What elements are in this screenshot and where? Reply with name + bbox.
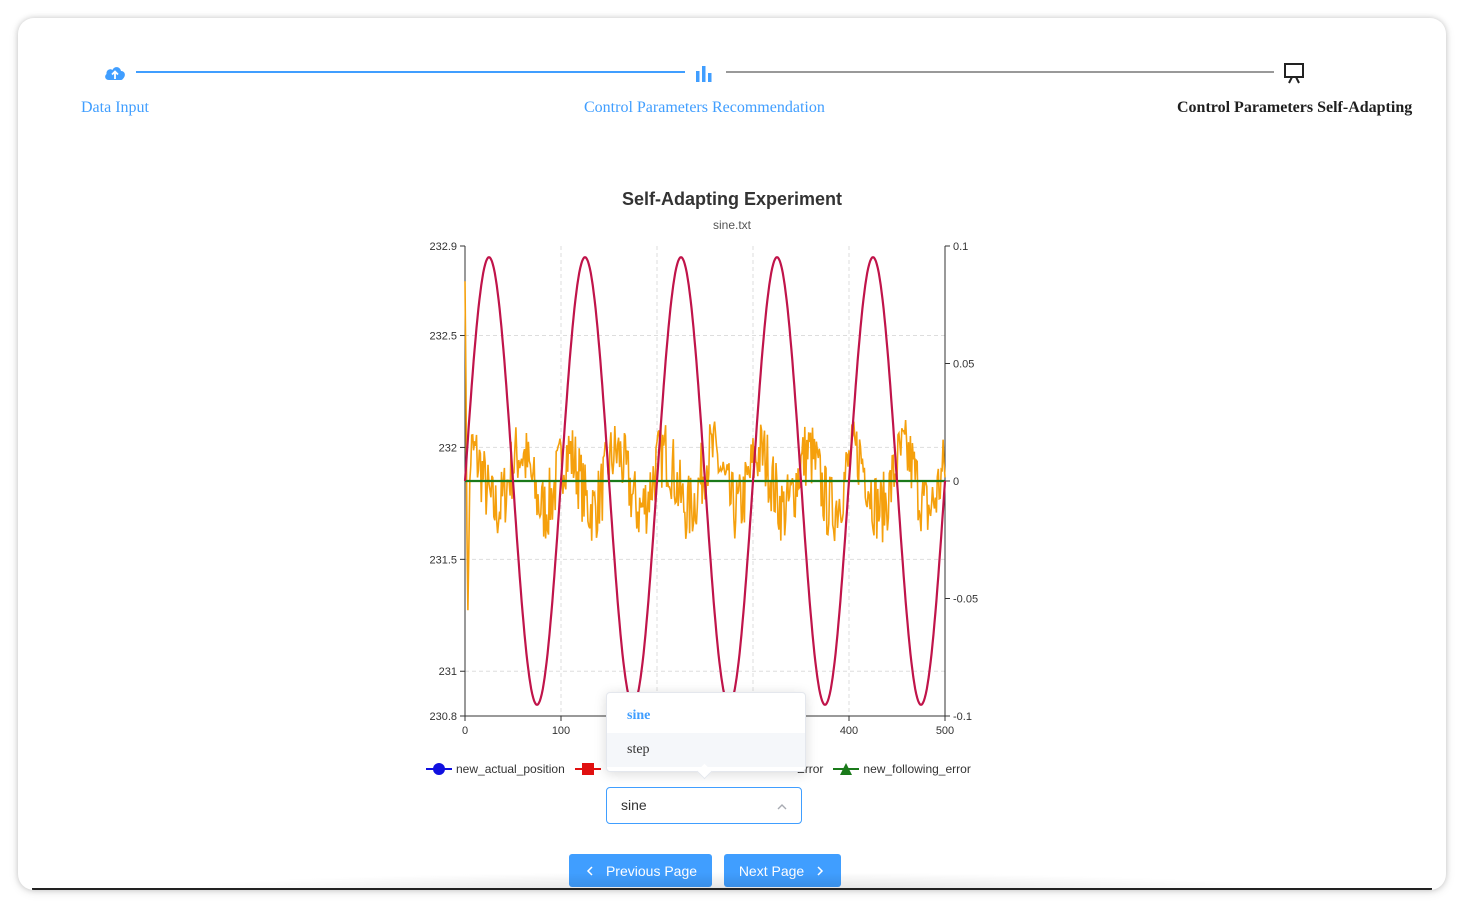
series-line-error — [464, 281, 946, 611]
y-right-tick-label: -0.1 — [953, 711, 972, 723]
select-dropdown: sine step — [606, 692, 806, 780]
x-tick-label: 400 — [840, 725, 858, 737]
select-option-step[interactable]: step — [607, 733, 805, 767]
y-left-tick-label: 231.5 — [429, 554, 457, 566]
legend-label: new_following_error — [863, 762, 971, 776]
y-left-tick-label: 232 — [439, 442, 457, 454]
y-right-tick-label: 0 — [953, 476, 959, 488]
y-right-tick-label: 0.05 — [953, 359, 974, 371]
x-tick-label: 500 — [936, 725, 954, 737]
y-left-tick-label: 230.8 — [429, 711, 457, 723]
signal-select[interactable]: sine — [606, 787, 802, 824]
line-chart: 232.9 232.5 232 231.5 231 230.8 0.1 0.05 0 -0.05 -… — [429, 241, 978, 737]
legend-square-marker — [574, 762, 601, 776]
y-right-tick-label: 0.1 — [953, 241, 968, 253]
legend-item[interactable]: new_actual_position — [426, 762, 565, 776]
chevron-up-icon — [777, 804, 787, 810]
window-bottom-edge — [32, 888, 1432, 890]
app-window: Data Input Control Parameters Recommenda… — [18, 18, 1446, 890]
y-left-tick-label: 231 — [439, 666, 457, 678]
legend-item[interactable]: new_following_error — [833, 762, 971, 776]
x-tick-label: 0 — [462, 725, 468, 737]
legend-label: new_actual_position — [456, 762, 565, 776]
legend-circle-marker — [426, 762, 452, 776]
y-left-tick-label: 232.9 — [429, 241, 457, 253]
select-option-sine[interactable]: sine — [607, 699, 805, 733]
y-right-tick-label: -0.05 — [953, 594, 978, 606]
x-tick-label: 100 — [552, 725, 570, 737]
y-left-tick-label: 232.5 — [429, 331, 457, 343]
legend-triangle-marker — [833, 762, 860, 776]
select-value: sine — [621, 797, 647, 813]
